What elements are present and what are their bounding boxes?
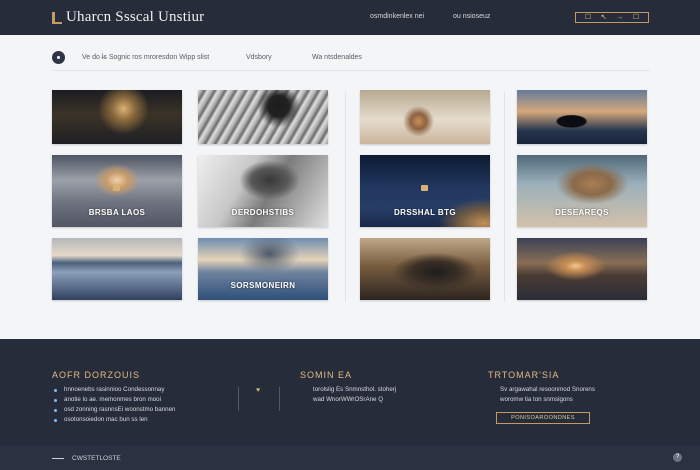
image-gallery: BRSBA LAOS DERDOHSTIBS DRSSHAL BTG DESEA… (0, 74, 700, 339)
footer-heading-1: AOFR DORZOUIS (52, 370, 141, 380)
gallery-card-9[interactable] (52, 238, 182, 300)
gallery-divider-1 (345, 92, 346, 302)
footer-list-item[interactable]: hnnoenebs rasinnioo Condessonnay (52, 385, 212, 395)
footer-list-item[interactable]: osotonsoiedon mac bun ss len (52, 415, 212, 425)
panel-icon[interactable]: ☐ (633, 14, 639, 21)
gallery-divider-2 (504, 92, 505, 302)
footer-list: hnnoenebs rasinnioo Condessonnay anotie … (52, 385, 212, 425)
nav-link-1[interactable]: osmdinkenlex nei (370, 13, 424, 20)
footer-heading-3: TRTOMAR'SIA (488, 370, 560, 380)
bottom-bar: CWSTETLOSTE ? (0, 446, 700, 470)
footer-line: Sv argawahal resoonmod Snorens (500, 386, 595, 393)
footer-text-block-3: Sv argawahal resoonmod Snorens woromw ti… (500, 385, 640, 405)
menu-dot-button[interactable] (52, 51, 65, 64)
image-icon (421, 185, 428, 191)
brand-name: Uharcn Ssscal Unstiur (66, 9, 205, 25)
footer-divider-2 (279, 387, 280, 411)
gallery-card-7[interactable]: DRSSHAL BTG (360, 155, 490, 227)
footer-heading-2: SOMIN EA (300, 370, 353, 380)
footer-list-item[interactable]: osd zonning rasnnsEi woonstmo bannen (52, 405, 212, 415)
gallery-card-11[interactable] (360, 238, 490, 300)
gallery-card-1[interactable] (52, 90, 182, 144)
footer-divider-1 (238, 387, 239, 411)
footer-line: wad WnorWWrOSrAne Q (313, 396, 384, 403)
image-icon (113, 185, 120, 191)
header-controls[interactable]: ☐ ↖ → ☐ (575, 12, 649, 23)
card-caption: DRSSHAL BTG (393, 208, 457, 217)
subnav-item-2[interactable]: Vdsbory (246, 54, 272, 61)
gallery-card-2[interactable] (198, 90, 328, 144)
card-caption: DERDOHSTIBS (231, 208, 295, 217)
card-caption: BRSBA LAOS (88, 208, 146, 217)
gallery-card-12[interactable] (517, 238, 647, 300)
gallery-card-3[interactable] (360, 90, 490, 144)
card-caption: SORSMONEIRN (230, 281, 296, 290)
footer-line: woromw tia ton snmslgons (500, 396, 573, 403)
footer-list-item[interactable]: anotie lo ae. memonmes bron mooi (52, 395, 212, 405)
window-icon[interactable]: ☐ (585, 14, 591, 21)
footer-text-block-2: torolslig Es Snmnsthol. stoherj wad Wnor… (313, 385, 443, 405)
nav-link-2[interactable]: ou nsioseuz (453, 13, 490, 20)
brand-logo[interactable]: Uharcn Ssscal Unstiur (52, 9, 204, 26)
subnav-item-3[interactable]: Wa ntsdenaldes (312, 54, 362, 61)
bottom-divider (52, 458, 64, 459)
cursor-icon[interactable]: ↖ (601, 14, 607, 21)
gallery-card-5[interactable]: BRSBA LAOS (52, 155, 182, 227)
card-caption: DESEAREQS (555, 208, 609, 217)
arrow-right-icon[interactable]: → (616, 14, 623, 21)
top-navigation-bar: Uharcn Ssscal Unstiur osmdinkenlex nei o… (0, 0, 700, 35)
subnav-item-1[interactable]: Ve do l̶s Sognic ros mroresdon Wipp slis… (82, 54, 209, 61)
gallery-card-4[interactable] (517, 90, 647, 144)
gallery-card-10[interactable]: SORSMONEIRN (198, 238, 328, 300)
bottom-link[interactable]: CWSTETLOSTE (72, 455, 121, 462)
help-icon[interactable]: ? (673, 453, 682, 462)
gallery-card-8[interactable]: DESEAREQS (517, 155, 647, 227)
divider-line (52, 70, 650, 71)
gallery-card-6[interactable]: DERDOHSTIBS (198, 155, 328, 227)
sub-navigation: Ve do l̶s Sognic ros mroresdon Wipp slis… (0, 42, 700, 70)
footer-cta-button[interactable]: PONISOAROONDNES (496, 412, 590, 424)
footer: AOFR DORZOUIS hnnoenebs rasinnioo Condes… (0, 339, 700, 446)
dot-icon (57, 56, 60, 59)
brand-mark-icon (52, 11, 62, 24)
heart-icon: ♥ (256, 387, 261, 394)
footer-line: torolslig Es Snmnsthol. stoherj (313, 386, 397, 393)
